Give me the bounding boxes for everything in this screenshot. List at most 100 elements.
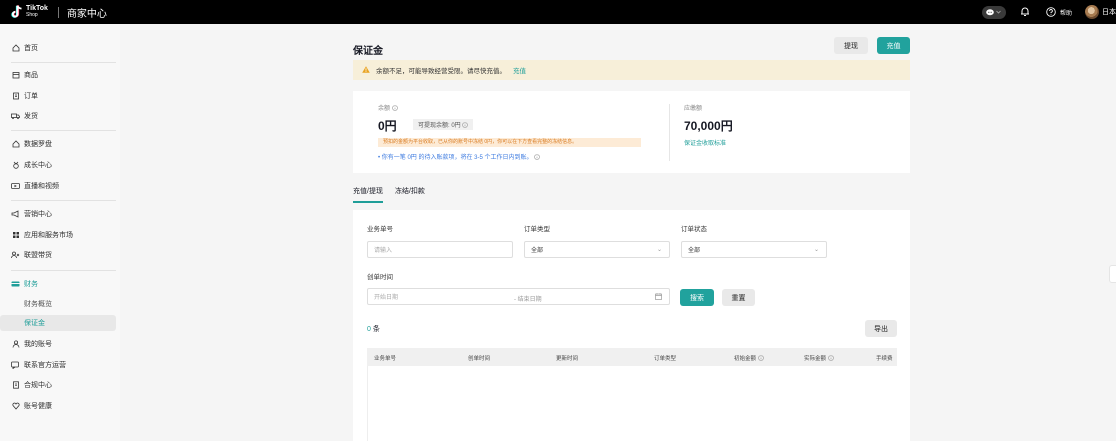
sidebar-item-label: 营销中心 — [24, 211, 52, 218]
side-drawer-handle[interactable] — [1109, 265, 1116, 283]
recharge-button[interactable]: 充值 — [877, 37, 910, 54]
withdraw-button[interactable]: 提现 — [834, 37, 868, 54]
health-icon — [11, 402, 20, 411]
sidebar-item-data-compass[interactable]: 数据罗盘 — [0, 136, 116, 152]
column-created-time[interactable]: 创单时间 — [468, 354, 490, 362]
page-title: 保证金 — [353, 46, 383, 57]
info-icon[interactable] — [827, 355, 834, 361]
sidebar-divider — [11, 62, 116, 63]
pending-amount-text: 你有一笔 0円 的待入账款项，将在 3-5 个工作日内到账。 — [381, 155, 533, 161]
logo-wordmark: TikTok Shop — [26, 5, 48, 18]
column-initial-amount[interactable]: 初始金额 — [734, 354, 764, 362]
order-type-value: 全部 — [531, 248, 544, 254]
sidebar-item-products[interactable]: 商品 — [0, 67, 116, 83]
sidebar-divider — [11, 270, 116, 271]
alert-recharge-link[interactable]: 充值 — [513, 65, 526, 75]
business-no-input[interactable]: 请输入 — [367, 241, 513, 258]
top-right-actions: 帮助 日本 — [981, 0, 1116, 24]
tab-recharge-withdraw[interactable]: 充值/提现 — [353, 186, 383, 203]
tab-bar: 充值/提现 冻结/扣款 — [353, 186, 425, 203]
business-no-label: 业务单号 — [367, 226, 393, 233]
sidebar-item-finance[interactable]: 财务 — [0, 276, 116, 292]
calendar-icon[interactable] — [655, 293, 662, 302]
column-order-type[interactable]: 订单类型 — [654, 354, 676, 362]
shipping-icon — [11, 112, 20, 121]
tab-frozen-deduction[interactable]: 冻结/扣款 — [395, 186, 425, 203]
chevron-down-icon: ⌄ — [813, 247, 819, 253]
sidebar-item-label: 联系官方运营 — [24, 362, 66, 369]
result-count: 0 条 — [367, 324, 380, 334]
deposit-standard-link[interactable]: 保证金收取标准 — [684, 138, 726, 147]
sidebar-item-orders[interactable]: 订单 — [0, 88, 116, 104]
info-icon[interactable] — [534, 154, 540, 160]
logo-text-shop: Shop — [26, 12, 38, 18]
marketing-icon — [11, 210, 20, 219]
end-date-input[interactable]: 结束日期 — [518, 297, 542, 303]
compliance-icon — [11, 381, 20, 390]
sidebar-item-home[interactable]: 首页 — [0, 40, 116, 56]
chevron-down-icon: ⌄ — [656, 247, 662, 253]
bell-icon[interactable] — [1020, 6, 1030, 19]
search-button[interactable]: 搜索 — [680, 289, 714, 306]
tiktok-logo-icon — [11, 5, 23, 19]
sidebar-item-marketing[interactable]: 营销中心 — [0, 206, 116, 222]
column-actual-amount-text: 实际金额 — [804, 356, 827, 362]
compass-icon — [11, 140, 20, 149]
info-icon[interactable] — [462, 121, 469, 128]
chat-bubble-icon — [986, 8, 995, 15]
info-icon[interactable] — [757, 355, 764, 361]
sidebar-divider — [11, 130, 116, 131]
column-updated-time[interactable]: 更新时间 — [556, 354, 578, 362]
logo-divider — [57, 6, 59, 18]
sidebar: 首页 商品 订单 发货 数据罗盘 成长中心 直播和视频 营销中心 应用和服务市场… — [0, 24, 120, 441]
sidebar-divider — [11, 200, 116, 201]
column-fee[interactable]: 手续费 — [876, 354, 893, 362]
account-icon — [11, 340, 20, 349]
help-button[interactable]: 帮助 — [1046, 7, 1072, 17]
available-balance-text: 可提现余额: 0円 — [418, 123, 461, 129]
sidebar-item-live-video[interactable]: 直播和视频 — [0, 178, 116, 194]
sidebar-item-deposit[interactable]: 保证金 — [0, 315, 116, 331]
sidebar-item-growth-center[interactable]: 成长中心 — [0, 157, 116, 173]
sidebar-item-label: 直播和视频 — [24, 183, 59, 190]
info-icon[interactable] — [391, 105, 398, 111]
order-type-select[interactable]: 全部 ⌄ — [524, 241, 670, 258]
table-header: 业务单号 创单时间 更新时间 订单类型 初始金额 实际金额 手续费 — [367, 348, 897, 366]
balance-divider — [669, 104, 670, 161]
column-initial-amount-text: 初始金额 — [734, 356, 757, 362]
sidebar-item-affiliate[interactable]: 联盟带货 — [0, 247, 116, 263]
message-button[interactable] — [981, 5, 1006, 19]
finance-icon — [11, 280, 20, 289]
top-bar: TikTok Shop 商家中心 帮助 日本 — [0, 0, 1116, 24]
insufficient-balance-alert: 余额不足，可能导致经营受限。请尽快充值。 充值 — [353, 60, 910, 80]
sidebar-item-apps-market[interactable]: 应用和服务市场 — [0, 227, 116, 243]
home-icon — [11, 44, 20, 53]
column-business-no[interactable]: 业务单号 — [374, 354, 396, 362]
sidebar-item-my-account[interactable]: 我的账号 — [0, 336, 116, 352]
balance-amount: 0円 — [378, 119, 397, 133]
chevron-down-icon — [996, 10, 1002, 14]
avatar[interactable] — [1085, 5, 1099, 19]
reset-button[interactable]: 重置 — [722, 289, 755, 306]
sidebar-item-compliance[interactable]: 合规中心 — [0, 377, 116, 393]
sidebar-item-finance-overview[interactable]: 财务概览 — [0, 296, 116, 312]
sidebar-item-label: 发货 — [24, 113, 38, 120]
sidebar-item-account-health[interactable]: 账号健康 — [0, 398, 116, 414]
tiktok-shop-logo[interactable]: TikTok Shop — [11, 5, 48, 19]
sidebar-item-shipping[interactable]: 发货 — [0, 108, 116, 124]
order-type-label: 订单类型 — [524, 226, 550, 233]
export-button[interactable]: 导出 — [865, 320, 897, 337]
start-date-input[interactable]: 开始日期 — [374, 292, 398, 301]
question-circle-icon — [1046, 7, 1056, 17]
order-status-select[interactable]: 全部 ⌄ — [681, 241, 827, 258]
sidebar-item-label: 商品 — [24, 72, 38, 79]
sidebar-item-label: 应用和服务市场 — [24, 232, 73, 239]
column-actual-amount[interactable]: 实际金额 — [804, 354, 834, 362]
sidebar-item-label: 联盟带货 — [24, 252, 52, 259]
main-content: 保证金 提现 充值 余额不足，可能导致经营受限。请尽快充值。 充值 余额 0円 … — [120, 24, 1116, 441]
result-count-unit: 条 — [372, 326, 380, 333]
date-range-picker[interactable]: 开始日期 - 结束日期 — [367, 288, 670, 305]
result-count-number: 0 — [367, 326, 371, 333]
sidebar-item-contact-ops[interactable]: 联系官方运营 — [0, 357, 116, 373]
shop-name-label[interactable]: 日本 — [1102, 7, 1116, 17]
